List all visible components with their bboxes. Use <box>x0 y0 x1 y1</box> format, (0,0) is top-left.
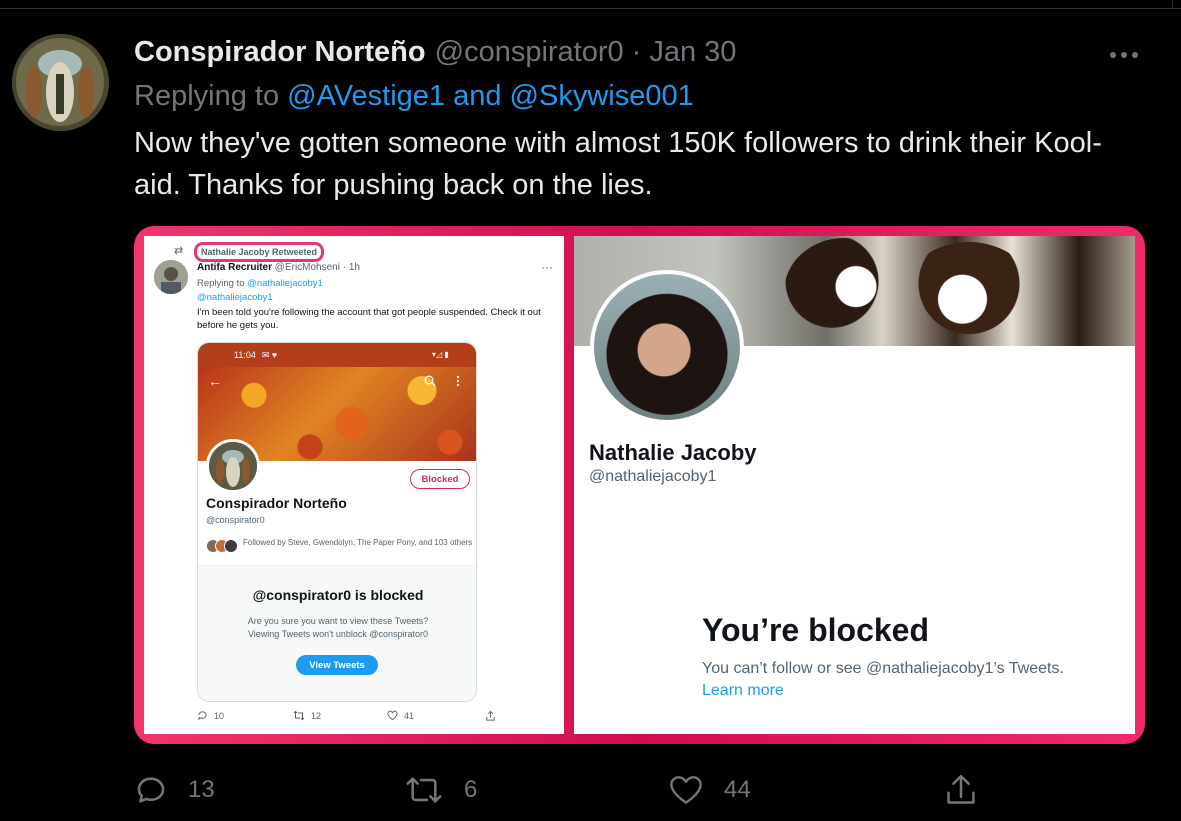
tweet-header: Conspirador Norteño @conspirator0 · Jan … <box>134 36 736 72</box>
embedded-replying-prefix: Replying to <box>197 278 245 289</box>
phone-status-bar: 11:04 ✉ ♥ ▾◿ ▮ <box>198 343 476 367</box>
retweet-button[interactable]: 6 <box>404 766 477 814</box>
more-horizontal-icon[interactable] <box>1110 48 1142 62</box>
blocked-button: Blocked <box>410 469 470 489</box>
author-avatar[interactable] <box>12 34 109 131</box>
followed-by-text: Followed by Steve, Gwendolyn, The Paper … <box>243 538 473 547</box>
retweet-small-icon: ⇄ <box>174 245 184 257</box>
tweet-date[interactable]: Jan 30 <box>649 36 736 69</box>
phone-status-icons: ▾◿ ▮ <box>432 350 449 359</box>
more-vertical-icon <box>456 375 460 390</box>
embedded-reply: 10 <box>197 710 224 721</box>
phone-blocked-title: @conspirator0 is blocked <box>252 587 424 603</box>
blocked-subtitle: You can’t follow or see @nathaliejacoby1… <box>702 660 1064 677</box>
embedded-author-name: Antifa Recruiter <box>197 262 273 273</box>
like-button[interactable]: 44 <box>668 766 751 814</box>
media-left-screenshot: ⇄ Nathalie Jacoby Retweeted Antifa Recru… <box>144 236 564 734</box>
media-right-screenshot: Nathalie Jacoby @nathaliejacoby1 You’re … <box>574 236 1135 734</box>
share-button[interactable] <box>944 766 978 814</box>
phone-screenshot: 11:04 ✉ ♥ ▾◿ ▮ ← Blocked Conspirador Nor… <box>197 342 477 702</box>
author-name[interactable]: Conspirador Norteño <box>134 36 426 69</box>
reply-button[interactable]: 13 <box>134 766 215 814</box>
embedded-retweet-count: 12 <box>311 710 322 721</box>
embedded-tweet-text: I'm been told you're following the accou… <box>197 307 541 331</box>
phone-profile-handle: @conspirator0 <box>206 515 265 525</box>
author-handle[interactable]: @conspirator0 <box>435 36 624 69</box>
phone-time: 11:04 <box>234 350 256 360</box>
top-divider <box>0 0 1181 9</box>
follower-avatars <box>206 539 240 553</box>
avatar <box>590 270 744 424</box>
heart-icon[interactable] <box>668 774 704 806</box>
reply-icon <box>198 711 207 721</box>
embedded-reply-count: 10 <box>214 710 225 721</box>
retweet-label: Nathalie Jacoby Retweeted <box>194 242 325 262</box>
replying-to-links[interactable]: @AVestige1 and @Skywise001 <box>287 80 694 112</box>
cover-dog-right <box>904 242 1034 346</box>
phone-blocked-sub-1: Are you sure you want to view these Twee… <box>247 616 429 626</box>
back-arrow-icon: ← <box>208 373 222 389</box>
embedded-author-meta: @EricMohseni · 1h <box>274 262 360 273</box>
embedded-replying-link: @nathaliejacoby1 <box>247 278 323 289</box>
profile-name: Nathalie Jacoby <box>589 440 757 465</box>
retweet-icon <box>293 710 305 721</box>
phone-blocked-sub-2: Viewing Tweets won't unblock @conspirato… <box>247 629 429 639</box>
view-tweets-button: View Tweets <box>296 655 378 675</box>
embedded-mention: @nathaliejacoby1 <box>197 292 273 303</box>
embedded-retweet: 12 <box>293 710 321 721</box>
embedded-like-count: 41 <box>404 710 415 721</box>
separator-dot: · <box>631 36 642 68</box>
replying-to: Replying to @AVestige1 and @Skywise001 <box>134 80 694 113</box>
right-divider <box>1172 0 1173 9</box>
blocked-title: You’re blocked <box>702 612 930 648</box>
reply-count: 13 <box>188 776 215 803</box>
tweet-media[interactable]: ⇄ Nathalie Jacoby Retweeted Antifa Recru… <box>134 226 1145 744</box>
like-count: 44 <box>724 776 751 803</box>
share-icon <box>486 710 495 721</box>
more-horizontal-icon: ··· <box>541 260 553 274</box>
embedded-author: Antifa Recruiter @EricMohseni · 1h <box>197 262 360 273</box>
learn-more-link: Learn more <box>702 682 784 699</box>
replying-prefix: Replying to <box>134 80 280 112</box>
avatar-image <box>12 34 109 131</box>
phone-profile-name: Conspirador Norteño <box>206 495 347 511</box>
embedded-action-bar: 10 12 41 <box>197 710 507 726</box>
share-icon[interactable] <box>944 772 978 808</box>
reply-icon[interactable] <box>134 773 168 807</box>
embedded-like: 41 <box>387 710 414 721</box>
cover-dog-left <box>784 238 904 346</box>
profile-handle: @nathaliejacoby1 <box>589 468 717 485</box>
phone-status-extras: ✉ ♥ <box>261 349 278 360</box>
avatar <box>206 439 260 493</box>
search-icon <box>424 375 436 390</box>
avatar <box>154 260 188 294</box>
retweet-icon[interactable] <box>404 773 444 807</box>
phone-blocked-sub: Are you sure you want to view these Twee… <box>218 615 458 641</box>
tweet-action-bar: 13 6 44 <box>134 766 1014 814</box>
retweet-count: 6 <box>464 776 478 803</box>
heart-icon <box>387 710 398 721</box>
avatar-image <box>154 260 188 294</box>
tweet-text: Now they've gotten someone with almost 1… <box>134 127 1102 201</box>
avatar-image <box>209 442 257 490</box>
embedded-replying: Replying to @nathaliejacoby1 <box>197 278 323 289</box>
embedded-share <box>485 710 496 722</box>
